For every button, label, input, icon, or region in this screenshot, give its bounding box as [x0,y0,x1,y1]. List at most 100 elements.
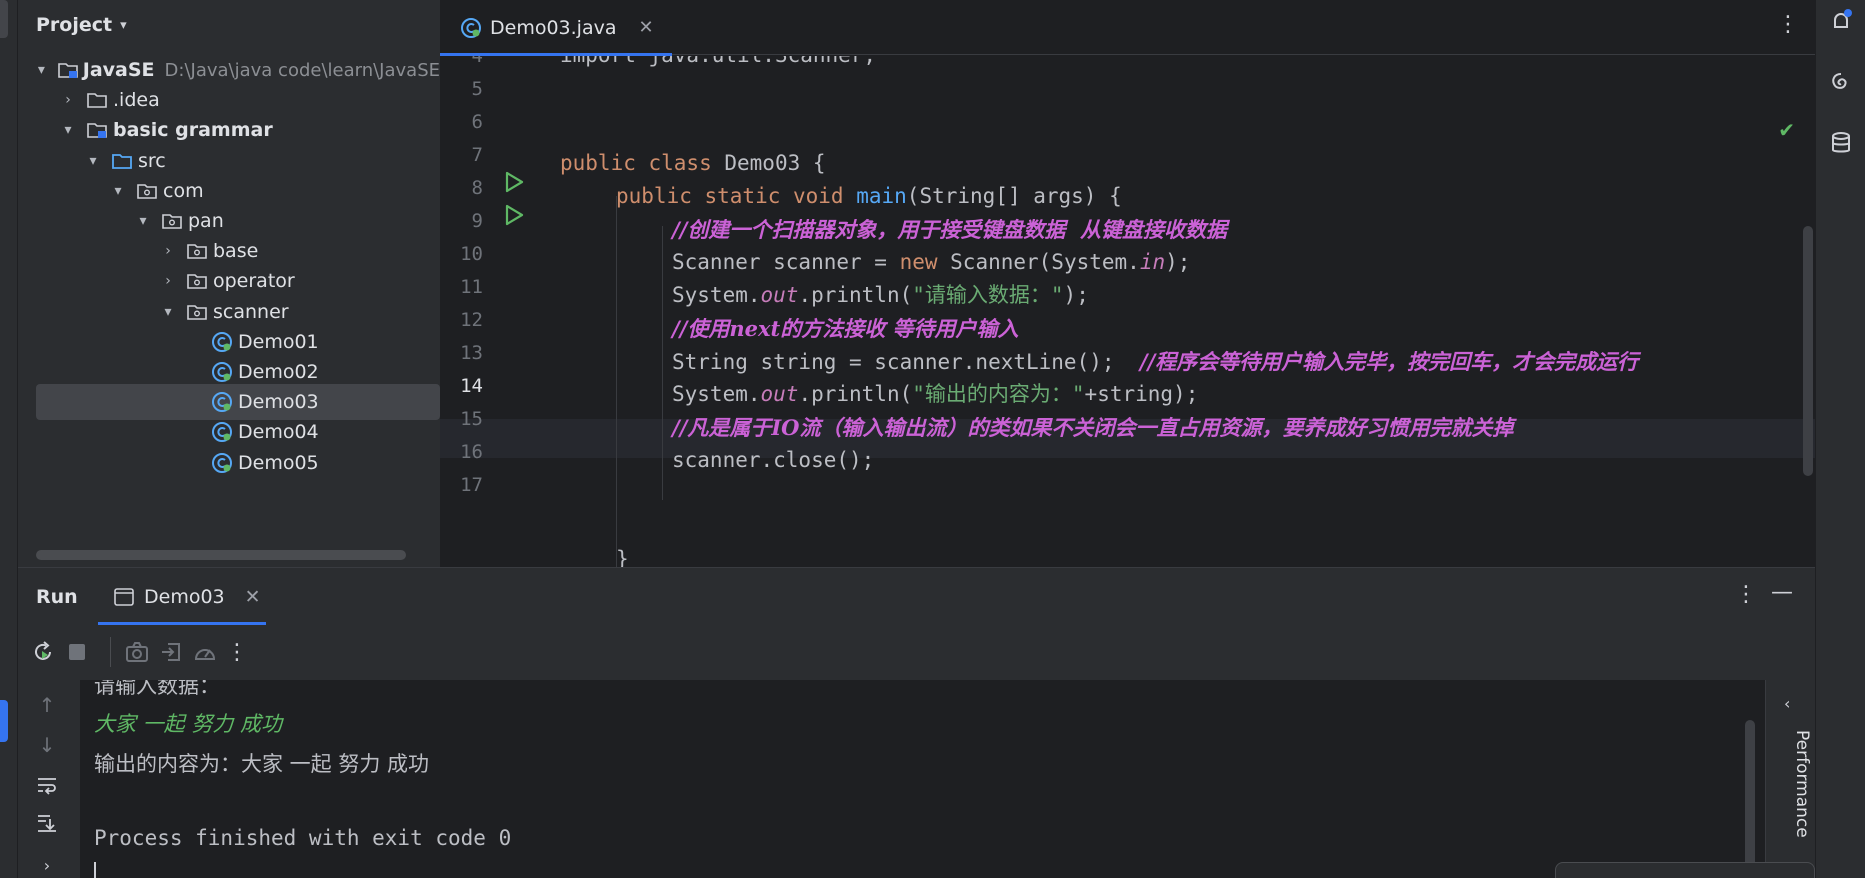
chevron-right-icon[interactable]: › [159,273,177,289]
tree-item-label: pan [188,210,224,232]
source-folder-icon [110,151,134,171]
code-keyword: new [899,250,938,274]
minimize-icon[interactable]: — [1771,580,1793,605]
close-icon[interactable]: ✕ [245,586,261,608]
code-function: main [856,184,907,208]
chevron-down-icon[interactable]: ▾ [134,213,152,229]
performance-label[interactable]: Performance [1772,730,1812,850]
tree-item-label: Demo03 [238,391,319,414]
camera-icon[interactable] [124,639,150,665]
editor-scrollbar[interactable] [1803,226,1813,476]
java-class-icon [461,17,481,38]
checkmark-icon[interactable]: ✔ [1778,118,1795,142]
line-number: 4 [471,56,483,67]
java-class-icon [210,392,234,413]
toolbar-separator [110,637,111,667]
code-text: Scanner scanner = [672,250,900,274]
code-static-field: out [760,382,799,406]
run-gutter-icon[interactable] [502,203,526,227]
package-icon [185,302,209,322]
chevron-right-icon[interactable]: › [34,852,60,878]
editor-gutter: 4 5 6 7 8 9 10 11 12 13 14 15 16 17 [440,56,555,567]
chevron-right-icon[interactable]: › [159,243,177,259]
code-text: scanner.close(); [672,448,875,472]
scroll-to-end-icon[interactable] [34,810,60,836]
tree-item-label: operator [213,270,295,293]
tree-item-label: Demo01 [238,330,319,353]
run-tab-demo03[interactable]: Demo03 ✕ [98,568,266,625]
arrow-down-icon[interactable]: ↓ [34,732,60,758]
code-keyword: public class [560,151,725,175]
chevron-left-icon[interactable]: ‹ [1784,694,1790,713]
chevron-down-icon[interactable]: ▾ [34,62,49,78]
console-side-toolbar: ↑ ↓ › [18,680,80,878]
code-line-4: import java.util.Scanner; [560,56,876,75]
rerun-icon[interactable] [30,639,56,665]
arrow-up-icon[interactable]: ↑ [34,692,60,718]
code-text: +string); [1084,382,1199,406]
close-icon[interactable]: ✕ [638,17,653,38]
console-line: 请输入数据： [94,680,220,698]
code-static-field: out [760,283,799,307]
code-text: import java.util.Scanner; [560,56,876,67]
run-tool-indicator[interactable] [0,700,8,742]
tree-item[interactable]: Demo05 [18,445,440,481]
chevron-right-icon[interactable]: › [59,92,77,108]
code-text: System. [672,382,761,406]
folder-icon [85,90,109,110]
code-text: Demo03 { [724,151,826,175]
line-number: 15 [460,408,483,430]
tree-item-label: JavaSE [82,59,155,81]
console-icon [114,587,134,606]
console-caret [94,862,96,878]
notifications-icon[interactable] [1828,8,1854,34]
console-exit-line: Process finished with exit code 0 [94,826,512,850]
ai-assistant-icon[interactable] [1828,70,1854,96]
console-scrollbar[interactable] [1745,720,1755,878]
code-keyword: public static void [616,184,857,208]
tree-item-label: Demo04 [238,421,319,444]
indent-guide [662,226,663,500]
java-class-icon [210,362,234,382]
chevron-down-icon: ▾ [120,17,127,33]
editor-tab-demo03[interactable]: Demo03.java ✕ [440,0,672,56]
console-output[interactable]: 请输入数据： 大家 一起 努力 成功 输出的内容为：大家 一起 努力 成功 Pr… [80,680,1765,878]
package-icon [135,181,159,201]
code-editor[interactable]: 4 5 6 7 8 9 10 11 12 13 14 15 16 17 import java.util.… [440,56,1815,567]
run-panel-header: Run Demo03 ✕ ⋮ — [18,567,1815,625]
database-icon[interactable] [1828,130,1854,156]
project-panel: Project ▾ ▾ JavaSE D:\Java\java code\learn… [18,0,450,567]
tree-item-label: Demo02 [238,361,319,383]
code-line-15: scanner.close(); [672,441,874,480]
run-toolbar: ⋮ [18,625,1815,680]
run-panel-title: Run [36,586,78,608]
tree-item-label: com [163,179,204,202]
tree-item-label: base [213,240,259,263]
line-number: 6 [471,111,483,133]
stop-icon[interactable] [64,639,90,665]
more-vert-icon[interactable]: ⋮ [1735,582,1757,607]
project-header[interactable]: Project ▾ [36,12,127,38]
more-vert-icon[interactable]: ⋮ [224,639,250,665]
dashboard-icon[interactable] [192,639,218,665]
chevron-down-icon[interactable]: ▾ [59,122,77,138]
more-vert-icon[interactable]: ⋮ [1777,12,1799,37]
code-text: .println( [798,283,913,307]
code-text: (String[] args) { [906,184,1122,208]
indent-guide [616,196,617,567]
restore-layout-icon[interactable] [158,639,184,665]
chevron-down-icon[interactable]: ▾ [159,304,177,320]
console-line: 输出的内容为：大家 一起 努力 成功 [94,752,430,776]
line-number: 10 [460,243,483,265]
tree-item-label: Demo05 [238,451,319,474]
chevron-down-icon[interactable]: ▾ [84,153,102,169]
project-tool-indicator[interactable] [0,0,8,38]
soft-wrap-icon[interactable] [34,772,60,798]
run-gutter-icon[interactable] [502,170,526,194]
floating-toolbar-popup[interactable] [1555,862,1815,878]
project-horizontal-scrollbar[interactable] [36,550,406,560]
line-number: 8 [471,177,483,199]
chevron-down-icon[interactable]: ▾ [109,183,127,199]
line-number: 13 [460,342,483,364]
code-area[interactable]: import java.util.Scanner; public class D… [560,56,1800,567]
